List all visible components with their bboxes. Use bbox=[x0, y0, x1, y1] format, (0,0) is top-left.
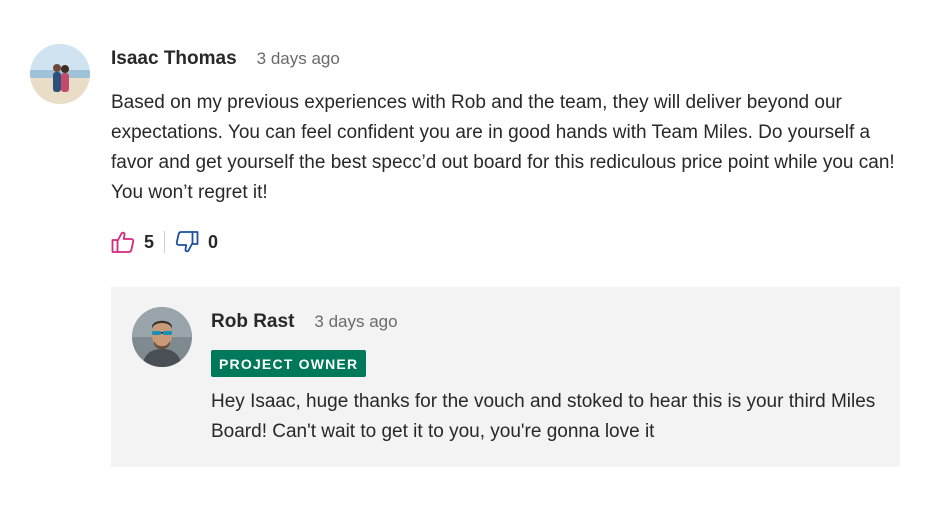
comment-thread: Isaac Thomas 3 days ago Based on my prev… bbox=[0, 0, 949, 521]
reply-body: Rob Rast 3 days ago PROJECT OWNER Hey Is… bbox=[211, 307, 891, 447]
downvote-button[interactable]: 0 bbox=[175, 230, 218, 254]
reply-timestamp: 3 days ago bbox=[314, 312, 398, 331]
thumbs-down-icon bbox=[175, 230, 199, 254]
comment-author[interactable]: Isaac Thomas bbox=[111, 48, 237, 70]
comment-meta: Isaac Thomas 3 days ago bbox=[111, 44, 901, 74]
avatar-rob-rast[interactable] bbox=[132, 307, 192, 367]
upvote-count: 5 bbox=[144, 231, 155, 252]
comment-body: Isaac Thomas 3 days ago Based on my prev… bbox=[111, 44, 901, 208]
vote-divider bbox=[164, 231, 166, 253]
project-owner-badge: PROJECT OWNER bbox=[211, 350, 367, 377]
avatar-isaac-thomas[interactable] bbox=[30, 44, 90, 104]
reply-meta: Rob Rast 3 days ago bbox=[211, 307, 891, 337]
reply-text: Hey Isaac, huge thanks for the vouch and… bbox=[211, 391, 876, 442]
reply-author[interactable]: Rob Rast bbox=[211, 311, 294, 333]
vote-controls: 5 0 bbox=[111, 230, 218, 254]
thumbs-up-icon bbox=[111, 230, 135, 254]
comment-timestamp: 3 days ago bbox=[256, 49, 340, 68]
reply: Rob Rast 3 days ago PROJECT OWNER Hey Is… bbox=[111, 287, 900, 467]
downvote-count: 0 bbox=[208, 231, 219, 252]
upvote-button[interactable]: 5 bbox=[111, 230, 154, 254]
comment-text: Based on my previous experiences with Ro… bbox=[111, 92, 895, 203]
